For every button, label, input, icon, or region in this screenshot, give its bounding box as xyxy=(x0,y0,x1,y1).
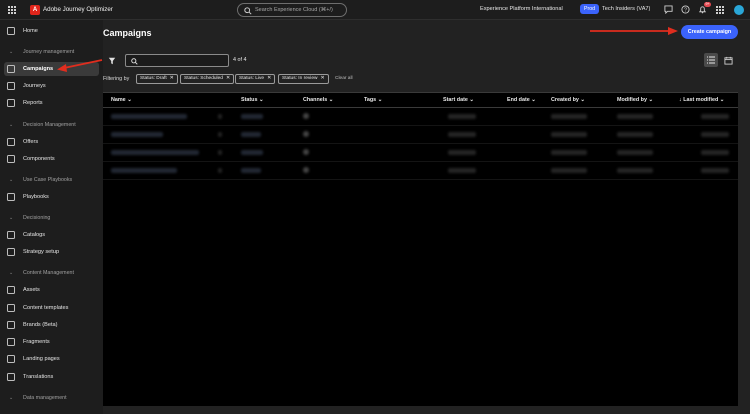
arrow-to-campaigns-annotation xyxy=(57,59,103,72)
annotation-arrows xyxy=(57,27,678,72)
arrow-to-create-button-annotation xyxy=(590,27,678,35)
